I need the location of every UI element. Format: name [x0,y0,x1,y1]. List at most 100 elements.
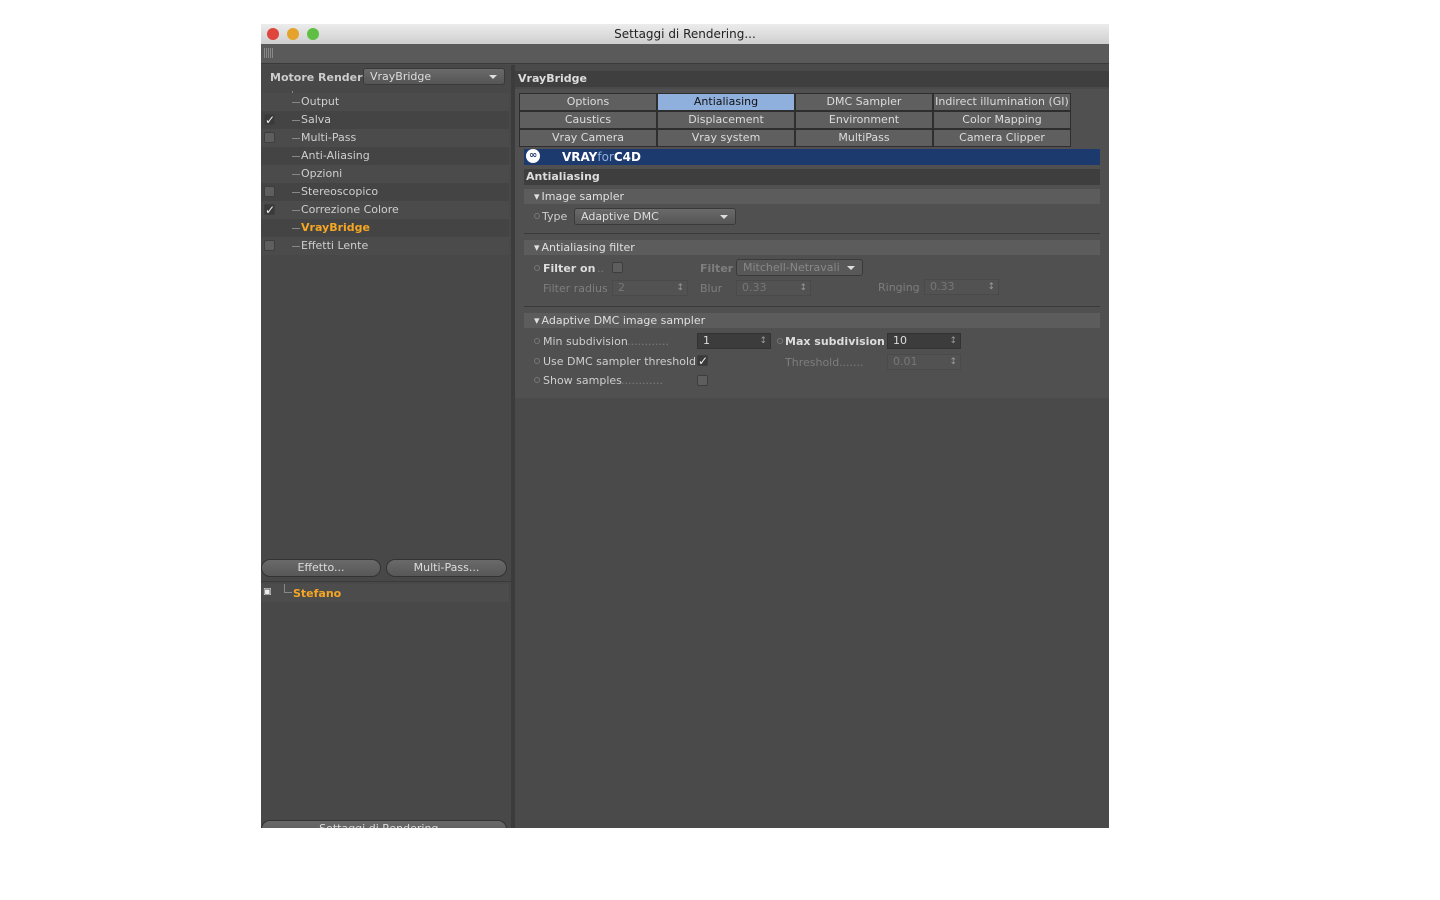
engine-dropdown[interactable]: VrayBridge [363,68,505,85]
anim-dot-icon[interactable] [534,338,540,344]
tree-item-salva[interactable]: ✓ Salva [261,111,509,129]
tab-caustics[interactable]: Caustics [519,111,657,129]
type-label: Type [542,210,568,223]
tab-indirect-illumination-gi-[interactable]: Indirect illumination (GI) [933,93,1071,111]
preset-row[interactable]: ▣ Stefano [261,584,509,602]
title-bar: Settaggi di Rendering... [261,24,1109,44]
tree-line [292,102,300,103]
min-subdivision-field[interactable]: 1 [697,333,771,349]
dots: .. [597,262,604,275]
anim-dot-icon[interactable] [777,338,783,344]
window-title: Settaggi di Rendering... [614,27,756,41]
min-subdivision-label: Min subdivision [543,335,628,348]
tree-item-output[interactable]: Output [261,93,509,111]
anim-dot-icon[interactable] [534,213,540,219]
image-sampler-section[interactable]: Image sampler [524,189,1100,204]
tree-item-stereoscopico[interactable]: Stereoscopico [261,183,509,201]
tree-line [292,120,300,121]
tree-line [292,228,300,229]
tab-grid: Options Antialiasing DMC Sampler Indirect i… [519,93,1071,147]
filter-radius-field[interactable]: 2 [612,280,688,296]
blur-field[interactable]: 0.33 [736,280,811,296]
enable-checkbox[interactable]: ✓ [264,204,275,216]
enable-checkbox[interactable] [264,132,275,143]
show-samples-label: Show samples [543,374,622,387]
tree-item-label: Output [301,95,340,108]
preset-label: Stefano [293,587,342,600]
tree-item-opzioni[interactable]: Opzioni [261,165,509,183]
adaptive-dmc-section[interactable]: Adaptive DMC image sampler [524,313,1100,328]
tab-dmc-sampler[interactable]: DMC Sampler [795,93,933,111]
filter-on-checkbox[interactable] [612,262,623,273]
grip-icon[interactable] [264,48,274,58]
enable-checkbox[interactable]: ✓ [264,114,275,126]
tree-line [292,156,300,157]
anim-dot-icon[interactable] [534,358,540,364]
filter-on-label: Filter on [543,262,596,275]
tree-item-label: Stereoscopico [301,185,379,198]
ringing-label: Ringing [878,281,920,294]
dots: ............ [621,374,663,387]
divider [524,306,1100,307]
tree-line [292,174,300,175]
tree-item-label: Salva [301,113,332,126]
effect-button[interactable]: Effetto... [261,559,381,577]
tree-item-label: Anti-Aliasing [301,149,370,162]
aa-filter-section[interactable]: Antialiasing filter [524,240,1100,255]
filter-label: Filter [700,262,734,275]
tab-color-mapping[interactable]: Color Mapping [933,111,1071,129]
left-panel: Motore Render VrayBridge Output ✓ Salva Mul… [261,65,511,828]
panel-header: VrayBridge [515,71,1109,87]
right-panel: VrayBridge Options Antialiasing DMC Sample… [515,65,1109,828]
toolbar-strip [261,44,1109,64]
dots: ....... [839,356,864,369]
divider [524,233,1100,234]
anim-dot-icon[interactable] [534,265,540,271]
tab-antialiasing[interactable]: Antialiasing [657,93,795,111]
tab-options[interactable]: Options [519,93,657,111]
threshold-label: Threshold [785,356,840,369]
filter-radius-label: Filter radius [543,282,608,295]
tree-item-multi-pass[interactable]: Multi-Pass [261,129,509,147]
multipass-button[interactable]: Multi-Pass... [386,559,507,577]
render-settings-window: Settaggi di Rendering... Motore Render V… [261,24,1109,828]
tree-item-label: Correzione Colore [301,203,399,216]
ringing-field[interactable]: 0.33 [924,279,999,295]
engine-label: Motore Render [270,71,363,84]
max-subdivision-label: Max subdivision [785,335,885,348]
tree-item-label: Multi-Pass [301,131,357,144]
vray-logo-text: VRAYforC4D [562,150,641,164]
tab-multipass[interactable]: MultiPass [795,129,933,147]
tree-item-vraybridge[interactable]: VrayBridge [261,219,509,237]
tab-displacement[interactable]: Displacement [657,111,795,129]
divider [261,581,511,582]
tree-item-anti-aliasing[interactable]: Anti-Aliasing [261,147,509,165]
tab-vray-camera[interactable]: Vray Camera [519,129,657,147]
anim-dot-icon[interactable] [534,377,540,383]
render-settings-button[interactable]: Settaggi di Rendering... [261,820,507,828]
tree-line [292,138,300,139]
tree-item-correzione-colore[interactable]: ✓ Correzione Colore [261,201,509,219]
filter-dropdown[interactable]: Mitchell-Netravali [736,259,863,276]
enable-checkbox[interactable] [264,240,275,251]
expand-icon[interactable]: ▣ [263,587,272,597]
tab-vray-system[interactable]: Vray system [657,129,795,147]
tree-line [292,210,300,211]
minimize-button[interactable] [287,28,299,40]
max-subdivision-field[interactable]: 10 [887,333,961,349]
close-button[interactable] [267,28,279,40]
blur-label: Blur [700,282,723,295]
threshold-field[interactable]: 0.01 [887,354,961,370]
vray-logo-icon: ∞ [526,149,541,163]
use-threshold-checkbox[interactable]: ✓ [697,355,708,367]
tree-line [292,246,300,247]
tree-item-label: Effetti Lente [301,239,369,252]
tree-item-effetti-lente[interactable]: Effetti Lente [261,237,509,255]
show-samples-checkbox[interactable] [697,375,708,386]
zoom-button[interactable] [307,28,319,40]
type-dropdown[interactable]: Adaptive DMC [574,208,736,225]
section-title: Antialiasing [524,169,1100,185]
tab-environment[interactable]: Environment [795,111,933,129]
tab-camera-clipper[interactable]: Camera Clipper [933,129,1071,147]
enable-checkbox[interactable] [264,186,275,197]
